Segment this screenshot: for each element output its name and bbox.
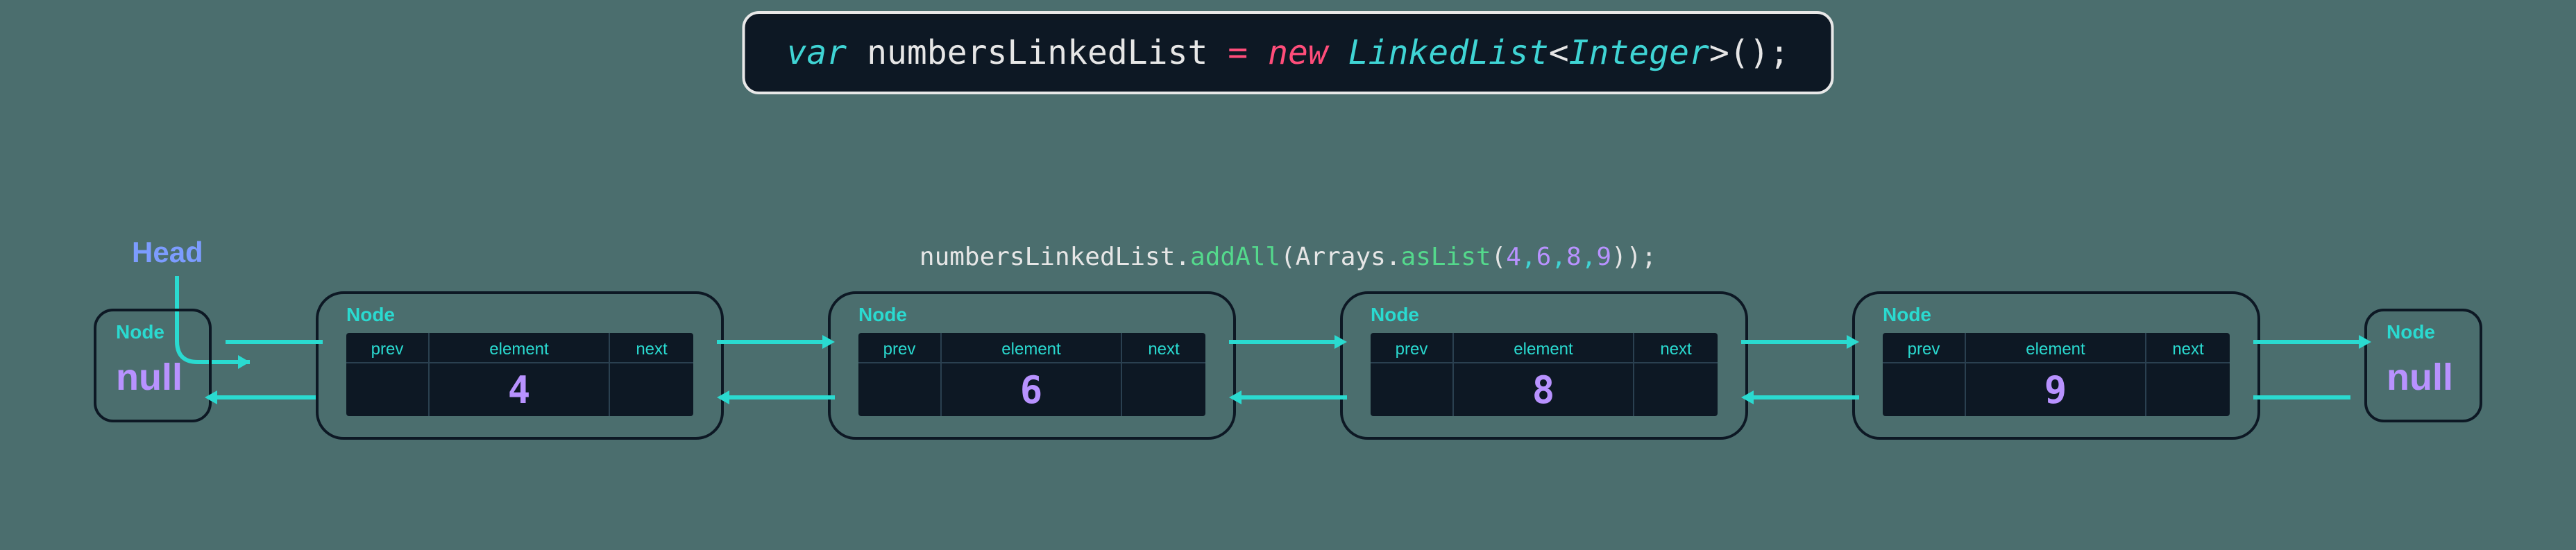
angle-open: < xyxy=(1549,33,1569,72)
equals: = xyxy=(1228,33,1248,72)
col-next: next xyxy=(1122,333,1205,363)
null-text: null xyxy=(2387,356,2460,399)
col-next: next xyxy=(1634,333,1718,363)
null-left: Node null xyxy=(94,309,212,422)
arrow-right-icon xyxy=(1741,328,1859,356)
node-1: Node prev element6 next xyxy=(828,291,1236,440)
arrow-right-icon xyxy=(1229,328,1347,356)
keyword-new: new xyxy=(1268,33,1328,72)
col-element: element xyxy=(1966,333,2145,363)
code-declaration: var numbersLinkedList = new LinkedList<I… xyxy=(742,11,1833,94)
col-element: element xyxy=(430,333,609,363)
node-tag: Node xyxy=(346,304,693,326)
method-addall: addAll xyxy=(1190,243,1280,271)
node-value: 6 xyxy=(1020,363,1043,416)
parens-semi: (); xyxy=(1729,33,1790,72)
type-integer: Integer xyxy=(1569,33,1709,72)
arrow-right-icon xyxy=(2253,328,2371,356)
arrow-left-icon xyxy=(2253,384,2371,411)
arrow-left-icon xyxy=(1229,384,1347,411)
node-table: prev element6 next xyxy=(858,333,1205,416)
arrow-gap xyxy=(212,303,316,428)
node-tag: Node xyxy=(2387,321,2460,343)
angle-close: > xyxy=(1709,33,1729,72)
node-tag: Node xyxy=(1371,304,1718,326)
method-call: numbersLinkedList.addAll(Arrays.asList(4… xyxy=(920,243,1656,271)
col-prev: prev xyxy=(1883,333,1965,363)
node-value: 4 xyxy=(508,363,531,416)
col-next: next xyxy=(2146,333,2230,363)
arrow-right-icon xyxy=(205,328,323,356)
keyword-var: var xyxy=(786,33,847,72)
col-prev: prev xyxy=(346,333,428,363)
null-text: null xyxy=(116,356,189,399)
node-tag: Node xyxy=(116,321,189,343)
type-linkedlist: LinkedList xyxy=(1348,33,1549,72)
head-label: Head xyxy=(132,236,203,269)
arrow-left-icon xyxy=(1741,384,1859,411)
node-table: prev element9 next xyxy=(1883,333,2230,416)
node-3: Node prev element9 next xyxy=(1852,291,2260,440)
arrow-right-icon xyxy=(717,328,835,356)
arrow-left-icon xyxy=(205,384,323,411)
node-value: 8 xyxy=(1532,363,1555,416)
method-aslist: asList xyxy=(1401,243,1491,271)
linked-list-diagram: Node null Node prev element4 next Node p… xyxy=(0,291,2576,440)
arrow-gap xyxy=(724,303,828,428)
node-value: 9 xyxy=(2044,363,2067,416)
arrow-gap xyxy=(1748,303,1852,428)
col-element: element xyxy=(942,333,1121,363)
col-prev: prev xyxy=(1371,333,1452,363)
node-0: Node prev element4 next xyxy=(316,291,724,440)
arrow-left-icon xyxy=(717,384,835,411)
node-tag: Node xyxy=(1883,304,2230,326)
arrow-gap xyxy=(2260,303,2364,428)
node-tag: Node xyxy=(858,304,1205,326)
col-prev: prev xyxy=(858,333,940,363)
node-table: prev element8 next xyxy=(1371,333,1718,416)
node-2: Node prev element8 next xyxy=(1340,291,1748,440)
null-right: Node null xyxy=(2364,309,2482,422)
arrow-gap xyxy=(1236,303,1340,428)
node-table: prev element4 next xyxy=(346,333,693,416)
col-element: element xyxy=(1454,333,1633,363)
identifier: numbersLinkedList xyxy=(867,33,1228,72)
col-next: next xyxy=(610,333,693,363)
